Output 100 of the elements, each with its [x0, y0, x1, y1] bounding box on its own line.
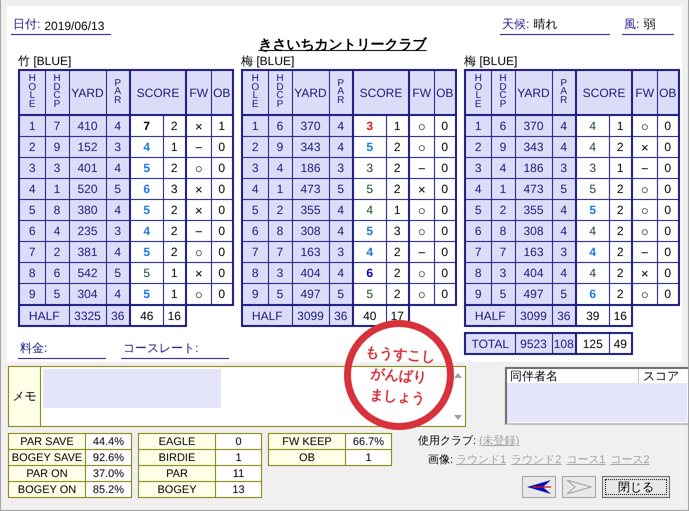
table-cell: 5: [353, 220, 386, 242]
table-cell: 0: [434, 262, 456, 284]
table-cell: 401: [69, 158, 106, 178]
table-cell: 0: [434, 200, 456, 220]
column-header: PAR: [106, 70, 130, 115]
table-cell: 1: [45, 178, 69, 200]
course-rate-label: コースレート:: [123, 340, 198, 357]
course-label: 梅 [BLUE]: [241, 54, 296, 68]
table-cell: 0: [434, 178, 456, 200]
table-cell: 9: [465, 284, 491, 305]
table-cell: 7: [242, 242, 268, 262]
table-cell: 1: [19, 115, 45, 136]
table-cell: 4: [19, 178, 45, 200]
table-cell: −: [409, 158, 434, 178]
stat-value: 85.2%: [86, 482, 132, 498]
table-cell: 186: [515, 158, 552, 178]
table-cell: 370: [292, 115, 329, 136]
table-cell: 5: [353, 284, 386, 305]
memo-field[interactable]: [43, 369, 221, 408]
image-label: 画像:: [428, 453, 454, 467]
table-cell: 3099: [292, 305, 329, 326]
table-cell: ×: [186, 178, 211, 200]
stat-value: 37.0%: [86, 466, 132, 482]
companion-list[interactable]: 同伴者名 スコア: [505, 367, 688, 425]
table-cell: 1: [465, 115, 491, 136]
table-cell: 6: [268, 115, 292, 136]
stat-label: BIRDIE: [138, 450, 216, 466]
table-cell: 0: [657, 284, 679, 305]
table-cell: 1: [491, 178, 515, 200]
table-cell: ×: [632, 136, 657, 158]
table-cell: 4: [576, 115, 609, 136]
column-header: HDCP: [491, 70, 515, 115]
column-header: FW: [186, 70, 211, 115]
table-cell: ○: [409, 262, 434, 284]
table-cell: 1: [268, 178, 292, 200]
table-cell: 5: [353, 136, 386, 158]
table-cell: 3: [576, 158, 609, 178]
table-cell: 308: [515, 220, 552, 242]
scroll-down-icon[interactable]: [454, 415, 462, 420]
table-cell: 3: [465, 158, 491, 178]
table-cell: ○: [186, 284, 211, 305]
table-cell: 473: [292, 178, 329, 200]
stat-value: 92.6%: [86, 450, 132, 466]
table-cell: 8: [465, 262, 491, 284]
table-cell: 4: [576, 242, 609, 262]
table-cell: 355: [515, 200, 552, 220]
stat-value: 66.7%: [346, 434, 392, 450]
table-cell: 125: [576, 333, 609, 354]
table-cell: 39: [576, 305, 609, 326]
field-value: 晴れ: [533, 16, 558, 33]
table-cell: ○: [409, 220, 434, 242]
table-cell: ○: [186, 242, 211, 262]
table-cell: 0: [657, 242, 679, 262]
table-cell: ×: [186, 200, 211, 220]
table-cell: 0: [434, 284, 456, 305]
stat-label: BOGEY ON: [8, 482, 86, 498]
table-cell: 5: [353, 178, 386, 200]
memo-label: メモ: [9, 367, 41, 426]
table-cell: 6: [242, 220, 268, 242]
stamp-text: がんばり: [370, 364, 428, 386]
table-cell: 5: [130, 284, 163, 305]
table-cell: 7: [268, 242, 292, 262]
table-cell: 4: [576, 262, 609, 284]
table-cell: 0: [657, 115, 679, 136]
table-cell: 6: [130, 178, 163, 200]
stat-value: 44.4%: [86, 434, 132, 450]
column-header: SCORE: [130, 70, 186, 115]
table-cell: 0: [211, 200, 233, 220]
table-cell: 152: [69, 136, 106, 158]
column-header: HDCP: [45, 70, 69, 115]
table-cell: 0: [434, 220, 456, 242]
table-cell: 7: [130, 115, 163, 136]
table-cell: 8: [268, 220, 292, 242]
table-cell: 9: [19, 284, 45, 305]
table-cell: 0: [434, 158, 456, 178]
table-cell: 0: [434, 136, 456, 158]
table-cell: ×: [186, 115, 211, 136]
table-cell: 0: [657, 220, 679, 242]
table-cell: ○: [186, 158, 211, 178]
table-cell: 46: [130, 305, 163, 326]
table-cell: 0: [657, 262, 679, 284]
table-cell: 380: [69, 200, 106, 220]
stat-label: PAR ON: [8, 466, 86, 482]
stat-label: PAR SAVE: [8, 434, 86, 450]
table-cell: 7: [465, 242, 491, 262]
table-cell: 235: [69, 220, 106, 242]
back-button[interactable]: [522, 476, 556, 498]
table-cell: 370: [515, 115, 552, 136]
table-cell: 6: [576, 284, 609, 305]
table-cell: 8: [491, 220, 515, 242]
stat-label: OB: [268, 450, 346, 466]
close-button[interactable]: 閉じる: [602, 476, 670, 498]
field-label: 日付:: [13, 16, 40, 33]
table-cell: 108: [552, 333, 576, 354]
table-cell: 497: [515, 284, 552, 305]
stat-label: FW KEEP: [268, 434, 346, 450]
column-header: OB: [211, 70, 233, 115]
table-cell: 3099: [515, 305, 552, 326]
scroll-up-icon[interactable]: [454, 373, 462, 378]
table-cell: 9: [242, 284, 268, 305]
